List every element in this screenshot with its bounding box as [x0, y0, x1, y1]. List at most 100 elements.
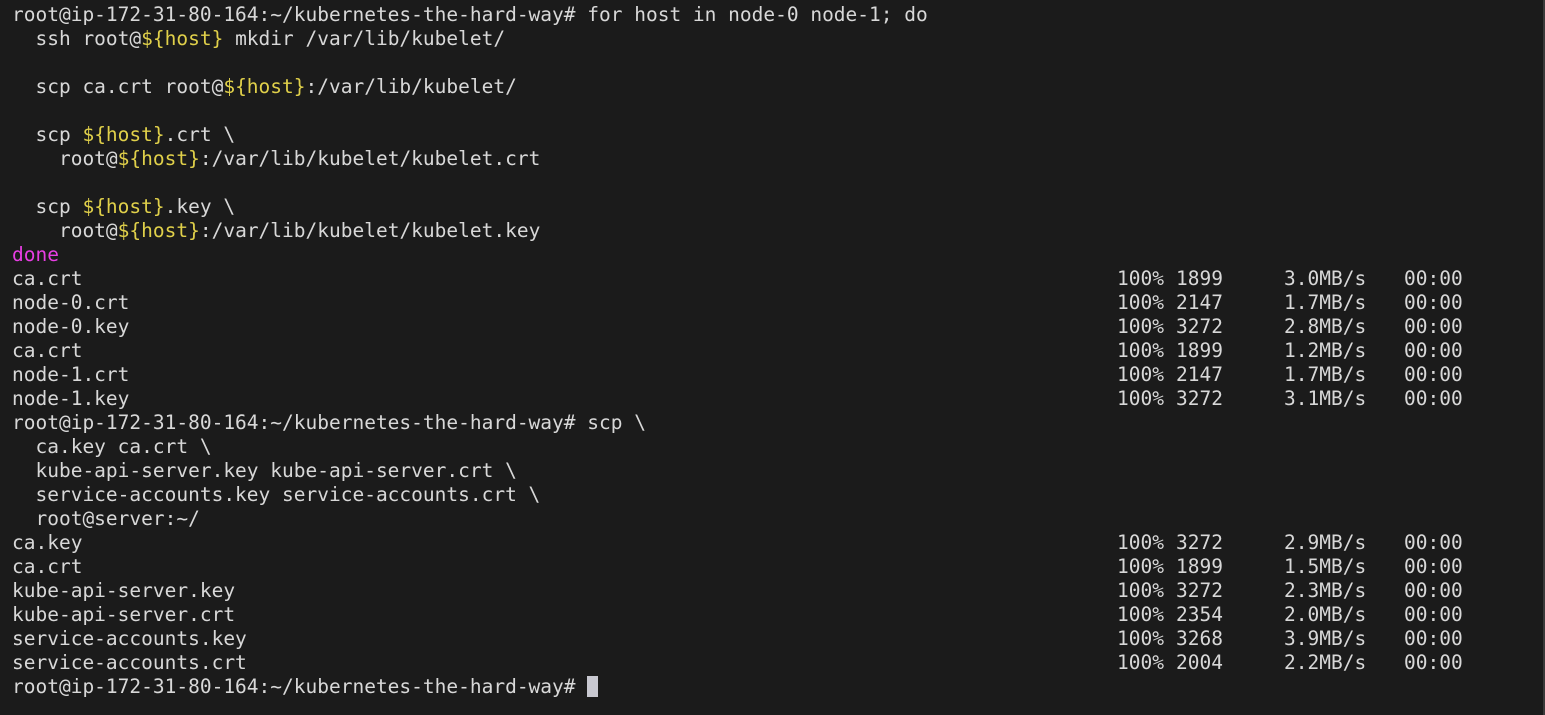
file-name: node-0.crt [12, 291, 130, 314]
file-size: 3272 [1176, 315, 1223, 338]
file-size: 1899 [1176, 267, 1223, 290]
shell-prompt: root@ip-172-31-80-164:~/kubernetes-the-h… [12, 411, 588, 434]
command-continuation: scp ${host}.key \ [12, 195, 236, 218]
transfer-percent: 100% [1117, 627, 1164, 650]
transfer-rate: 1.5MB/s [1284, 555, 1367, 578]
file-size: 3272 [1176, 387, 1223, 410]
transfer-rate: 2.9MB/s [1284, 531, 1367, 554]
shell-variable: ${host} [141, 27, 224, 50]
done-keyword: done [12, 243, 59, 266]
file-size: 3268 [1176, 627, 1223, 650]
transfer-row: node-0.key 100% 3272 2.8MB/s 00:00 [12, 315, 1545, 339]
shell-prompt: root@ip-172-31-80-164:~/kubernetes-the-h… [12, 675, 588, 698]
transfer-time: 00:00 [1404, 267, 1463, 290]
transfer-percent: 100% [1117, 387, 1164, 410]
command-continuation: scp ca.crt root@${host}:/var/lib/kubelet… [12, 75, 517, 98]
shell-variable: ${host} [117, 219, 200, 242]
transfer-percent: 100% [1117, 315, 1164, 338]
transfer-percent: 100% [1117, 339, 1164, 362]
transfer-time: 00:00 [1404, 579, 1463, 602]
transfer-percent: 100% [1117, 555, 1164, 578]
transfer-percent: 100% [1117, 651, 1164, 674]
shell-variable: ${host} [117, 147, 200, 170]
transfer-row: service-accounts.key 100% 3268 3.9MB/s 00:00 [12, 627, 1545, 651]
transfer-time: 00:00 [1404, 555, 1463, 578]
terminal-window[interactable]: root@ip-172-31-80-164:~/kubernetes-the-h… [0, 0, 1545, 715]
transfer-row: node-0.crt 100% 2147 1.7MB/s 00:00 [12, 291, 1545, 315]
transfer-row: ca.crt 100% 1899 3.0MB/s 00:00 [12, 267, 1545, 291]
transfer-percent: 100% [1117, 267, 1164, 290]
file-name: ca.key [12, 531, 83, 554]
file-name: service-accounts.crt [12, 651, 247, 674]
transfer-time: 00:00 [1404, 291, 1463, 314]
transfer-rate: 1.7MB/s [1284, 291, 1367, 314]
transfer-time: 00:00 [1404, 627, 1463, 650]
transfer-time: 00:00 [1404, 603, 1463, 626]
file-name: kube-api-server.crt [12, 603, 236, 626]
transfer-row: kube-api-server.crt 100% 2354 2.0MB/s 00:00 [12, 603, 1545, 627]
file-name: node-0.key [12, 315, 130, 338]
transfer-rate: 2.3MB/s [1284, 579, 1367, 602]
command-text: scp \ [587, 411, 646, 434]
file-size: 3272 [1176, 531, 1223, 554]
transfer-time: 00:00 [1404, 339, 1463, 362]
transfer-row: ca.key 100% 3272 2.9MB/s 00:00 [12, 531, 1545, 555]
command-continuation: kube-api-server.key kube-api-server.crt … [12, 459, 517, 482]
transfer-rate: 3.9MB/s [1284, 627, 1367, 650]
transfer-percent: 100% [1117, 579, 1164, 602]
file-size: 1899 [1176, 339, 1223, 362]
file-name: node-1.key [12, 387, 130, 410]
command-continuation: done [12, 243, 1545, 267]
transfer-time: 00:00 [1404, 315, 1463, 338]
command-continuation: scp ${host}.crt \ [12, 123, 236, 146]
transfer-row: ca.crt 100% 1899 1.5MB/s 00:00 [12, 555, 1545, 579]
transfer-rate: 3.1MB/s [1284, 387, 1367, 410]
file-name: ca.crt [12, 339, 83, 362]
file-size: 2004 [1176, 651, 1223, 674]
transfer-percent: 100% [1117, 291, 1164, 314]
text-cursor[interactable] [587, 676, 599, 697]
transfer-rate: 2.0MB/s [1284, 603, 1367, 626]
transfer-rate: 1.2MB/s [1284, 339, 1367, 362]
transfer-time: 00:00 [1404, 387, 1463, 410]
transfer-time: 00:00 [1404, 363, 1463, 386]
command-continuation: root@${host}:/var/lib/kubelet/kubelet.cr… [12, 147, 541, 170]
transfer-rate: 3.0MB/s [1284, 267, 1367, 290]
shell-prompt: root@ip-172-31-80-164:~/kubernetes-the-h… [12, 3, 588, 26]
command-continuation: ca.key ca.crt \ [12, 435, 212, 458]
command-continuation: root@server:~/ [12, 507, 200, 530]
transfer-row: node-1.crt 100% 2147 1.7MB/s 00:00 [12, 363, 1545, 387]
transfer-percent: 100% [1117, 603, 1164, 626]
file-name: service-accounts.key [12, 627, 247, 650]
command-line: root@ip-172-31-80-164:~/kubernetes-the-h… [12, 675, 1545, 699]
command-line: root@ip-172-31-80-164:~/kubernetes-the-h… [12, 3, 1545, 27]
command-continuation: root@${host}:/var/lib/kubelet/kubelet.ke… [12, 219, 541, 242]
file-size: 3272 [1176, 579, 1223, 602]
transfer-percent: 100% [1117, 363, 1164, 386]
file-size: 2147 [1176, 291, 1223, 314]
transfer-rate: 1.7MB/s [1284, 363, 1367, 386]
transfer-row: ca.crt 100% 1899 1.2MB/s 00:00 [12, 339, 1545, 363]
transfer-row: service-accounts.crt 100% 2004 2.2MB/s 00:00 [12, 651, 1545, 675]
transfer-time: 00:00 [1404, 651, 1463, 674]
command-text: for host in node-0 node-1; do [587, 3, 928, 26]
file-size: 2354 [1176, 603, 1223, 626]
command-continuation: service-accounts.key service-accounts.cr… [12, 483, 541, 506]
transfer-time: 00:00 [1404, 531, 1463, 554]
command-line: root@ip-172-31-80-164:~/kubernetes-the-h… [12, 411, 1545, 435]
file-name: node-1.crt [12, 363, 130, 386]
file-name: ca.crt [12, 267, 83, 290]
file-size: 2147 [1176, 363, 1223, 386]
file-name: kube-api-server.key [12, 579, 236, 602]
transfer-row: kube-api-server.key 100% 3272 2.3MB/s 00:00 [12, 579, 1545, 603]
transfer-rate: 2.2MB/s [1284, 651, 1367, 674]
file-size: 1899 [1176, 555, 1223, 578]
shell-variable: ${host} [82, 123, 165, 146]
transfer-percent: 100% [1117, 531, 1164, 554]
file-name: ca.crt [12, 555, 83, 578]
shell-variable: ${host} [223, 75, 306, 98]
transfer-row: node-1.key 100% 3272 3.1MB/s 00:00 [12, 387, 1545, 411]
